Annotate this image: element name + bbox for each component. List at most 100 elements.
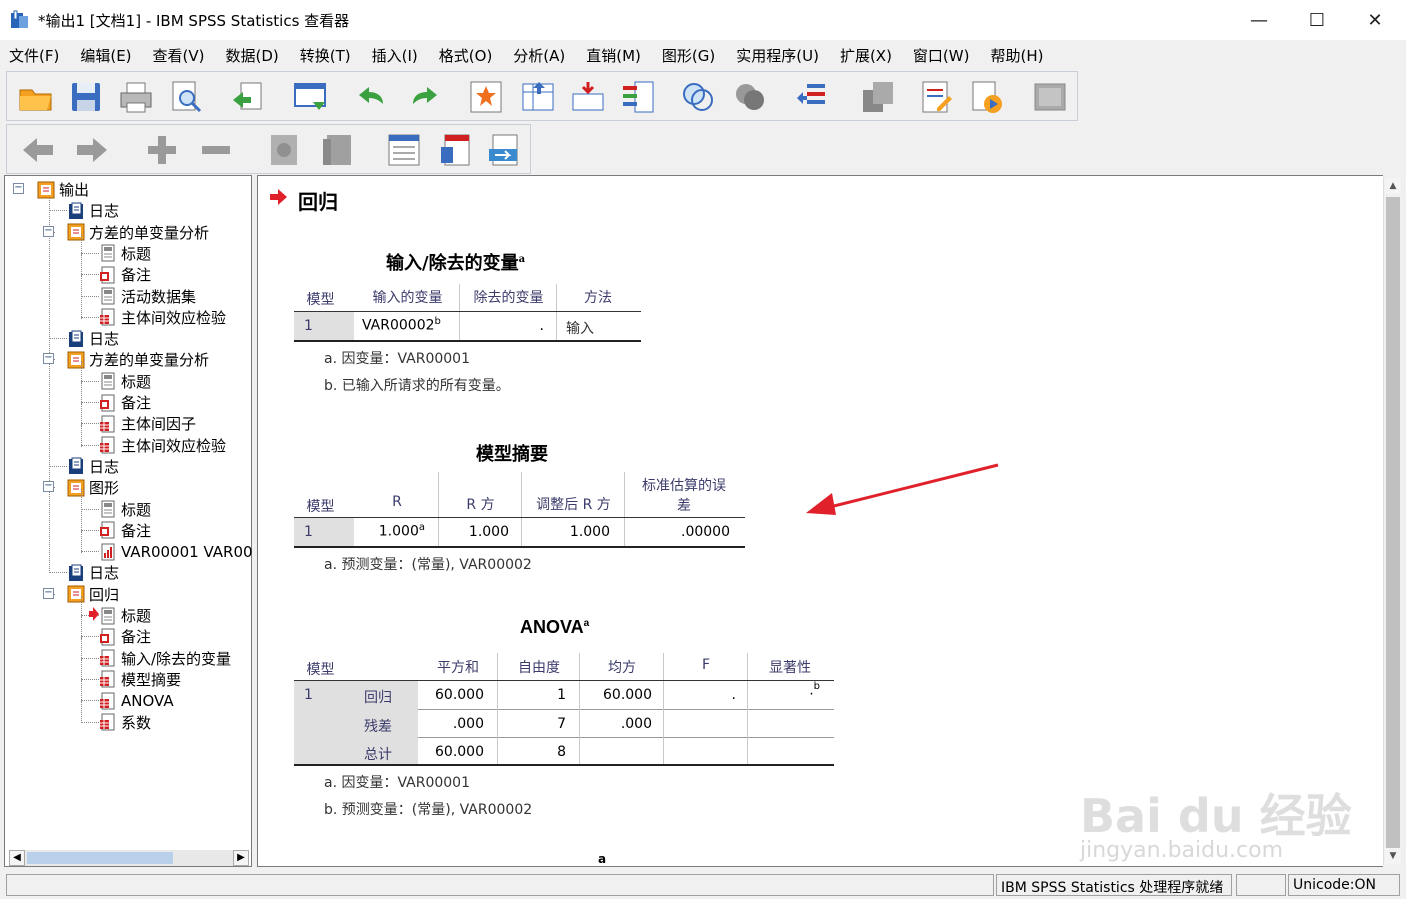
tree-item-page[interactable]: 活动数据集 xyxy=(99,286,196,307)
tree-item-log[interactable]: 日志 xyxy=(67,456,119,477)
table3-regression-ss: 60.000 xyxy=(435,687,484,703)
content-vertical-scrollbar[interactable]: ▲ ▼ xyxy=(1383,177,1401,865)
tree-guide-line xyxy=(81,659,82,681)
scroll-right-arrow[interactable]: ▶ xyxy=(233,850,249,866)
menu-edit[interactable]: 编辑(E) xyxy=(71,45,143,66)
tree-item-page[interactable]: 主体间效应检验 xyxy=(99,435,226,456)
outline-scroll-thumb[interactable] xyxy=(27,852,173,864)
tree-item-page[interactable]: 主体间效应检验 xyxy=(99,307,226,328)
expander-collapse-icon[interactable]: − xyxy=(43,225,54,237)
run-icon[interactable] xyxy=(967,78,1005,116)
tree-item-folder[interactable]: 回归 xyxy=(67,584,119,605)
tree-item-page[interactable]: 备注 xyxy=(99,392,151,413)
expand-icon[interactable] xyxy=(143,131,181,169)
tree-item-page[interactable]: 主体间因子 xyxy=(99,413,196,434)
collapse-icon[interactable] xyxy=(197,131,235,169)
show-icon[interactable] xyxy=(265,131,303,169)
undo-icon[interactable] xyxy=(353,78,391,116)
hide-icon[interactable] xyxy=(319,131,357,169)
print-preview-icon[interactable] xyxy=(167,78,205,116)
menu-direct-marketing[interactable]: 直销(M) xyxy=(577,45,653,66)
designate-window-icon[interactable] xyxy=(859,78,897,116)
scroll-down-arrow[interactable]: ▼ xyxy=(1385,848,1401,864)
recall-dialog-icon[interactable] xyxy=(291,78,329,116)
menu-insert[interactable]: 插入(I) xyxy=(363,45,430,66)
minimize-button[interactable]: — xyxy=(1230,0,1288,40)
table2-r-cell: 1.000a xyxy=(378,522,425,540)
table-page-icon xyxy=(99,670,117,688)
edit-icon[interactable] xyxy=(917,78,955,116)
menu-help[interactable]: 帮助(H) xyxy=(981,45,1055,66)
tree-item-page[interactable]: VAR00001 VAR00 xyxy=(99,541,253,562)
export-icon[interactable] xyxy=(229,78,267,116)
tree-item-page[interactable]: 备注 xyxy=(99,520,151,541)
table2-footnote-a: a. 预测变量：(常量), VAR00002 xyxy=(324,557,532,573)
use-sets-icon[interactable] xyxy=(679,78,717,116)
tree-item-log[interactable]: 日志 xyxy=(67,562,119,583)
tree-item-page[interactable]: 备注 xyxy=(99,264,151,285)
tree-item-page[interactable]: 标题 xyxy=(99,371,151,392)
insert-cases-icon[interactable] xyxy=(569,78,607,116)
menu-utilities[interactable]: 实用程序(U) xyxy=(727,45,831,66)
tree-item-folder[interactable]: 方差的单变量分析 xyxy=(67,349,209,370)
output-book-icon xyxy=(67,479,85,497)
tree-item-log[interactable]: 日志 xyxy=(67,328,119,349)
menu-format[interactable]: 格式(O) xyxy=(430,45,505,66)
insert-title-icon[interactable] xyxy=(437,131,475,169)
redo-icon[interactable] xyxy=(405,78,443,116)
table1-model-cell: 1 xyxy=(304,318,313,334)
tree-item-page[interactable]: 标题 xyxy=(99,243,151,264)
menu-extensions[interactable]: 扩展(X) xyxy=(831,45,904,66)
maximize-button[interactable]: ☐ xyxy=(1288,0,1346,40)
goto-case-icon[interactable] xyxy=(467,78,505,116)
back-icon[interactable] xyxy=(19,131,57,169)
open-icon[interactable] xyxy=(17,78,55,116)
title-page-icon xyxy=(99,287,117,305)
expander-collapse-icon[interactable]: − xyxy=(43,353,54,365)
scroll-up-arrow[interactable]: ▲ xyxy=(1385,178,1401,194)
tree-item-folder[interactable]: 图形 xyxy=(67,477,119,498)
table2-header-r: R xyxy=(392,494,402,510)
expander-collapse-icon[interactable]: − xyxy=(43,481,54,493)
table3-title[interactable]: ANOVAa xyxy=(520,617,589,638)
tree-item-page[interactable]: 模型摘要 xyxy=(99,669,181,690)
tree-item-page[interactable]: 备注 xyxy=(99,626,151,647)
table1-title[interactable]: 输入/除去的变量a xyxy=(386,249,525,275)
content-scroll-thumb[interactable] xyxy=(1386,197,1400,852)
print-icon[interactable] xyxy=(117,78,155,116)
insert-heading-icon[interactable] xyxy=(385,131,423,169)
save-icon[interactable] xyxy=(67,78,105,116)
tree-item-page[interactable]: 标题 xyxy=(99,499,151,520)
menu-analyze[interactable]: 分析(A) xyxy=(504,45,577,66)
scroll-left-arrow[interactable]: ◀ xyxy=(9,850,25,866)
menu-graphs[interactable]: 图形(G) xyxy=(653,45,727,66)
expander-collapse-icon[interactable]: − xyxy=(13,183,24,194)
tree-item-page[interactable]: ANOVA xyxy=(99,690,174,711)
tree-item-log[interactable]: 日志 xyxy=(67,200,119,221)
tree-item-page[interactable]: 系数 xyxy=(99,712,151,733)
outline-horizontal-scrollbar[interactable]: ◀ ▶ xyxy=(9,850,249,866)
forward-icon[interactable] xyxy=(73,131,111,169)
log-icon xyxy=(67,564,85,582)
show-all-variables-icon[interactable] xyxy=(731,78,769,116)
table3-footnote-a: a. 因变量：VAR00001 xyxy=(324,775,471,791)
tree-item-root[interactable]: 输出 xyxy=(37,179,89,200)
tree-item-folder[interactable]: 方差的单变量分析 xyxy=(67,222,209,243)
goto-variable-icon[interactable] xyxy=(519,78,557,116)
tree-guide-line xyxy=(81,489,82,511)
menu-file[interactable]: 文件(F) xyxy=(0,45,71,66)
spell-check-icon[interactable] xyxy=(793,78,831,116)
menu-window[interactable]: 窗口(W) xyxy=(904,45,982,66)
menu-transform[interactable]: 转换(T) xyxy=(291,45,363,66)
table2-title[interactable]: 模型摘要 xyxy=(476,440,548,466)
menu-view[interactable]: 查看(V) xyxy=(144,45,217,66)
tree-item-page[interactable]: 标题 xyxy=(99,605,151,626)
expander-collapse-icon[interactable]: − xyxy=(43,587,54,599)
tree-item-page[interactable]: 输入/除去的变量 xyxy=(99,648,231,669)
notes-icon xyxy=(99,628,117,646)
close-button[interactable]: ✕ xyxy=(1346,0,1404,40)
insert-text-icon[interactable] xyxy=(485,131,523,169)
menu-data[interactable]: 数据(D) xyxy=(217,45,291,66)
table3-header-df: 自由度 xyxy=(518,660,560,676)
variables-icon[interactable] xyxy=(619,78,657,116)
